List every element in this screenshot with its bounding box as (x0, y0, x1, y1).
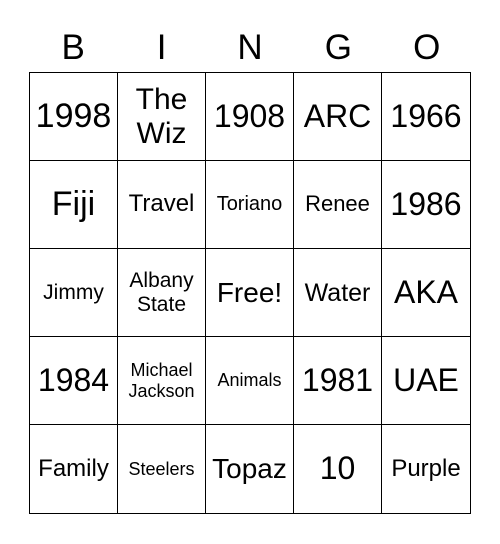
cell-text: 1981 (301, 361, 374, 398)
cell-text: 1908 (213, 97, 286, 134)
bingo-cell[interactable]: Water (294, 249, 382, 337)
bingo-cell[interactable]: Renee (294, 161, 382, 249)
bingo-cell[interactable]: ARC (294, 73, 382, 161)
cell-text: Albany State (129, 268, 194, 316)
cell-text: 1986 (390, 185, 462, 222)
cell-text: Michael Jackson (128, 360, 195, 401)
cell-text: The Wiz (135, 82, 188, 150)
cell-text: Water (304, 278, 371, 307)
cell-text: Free! (216, 276, 283, 308)
bingo-cell[interactable]: 1986 (382, 161, 470, 249)
cell-text: 1998 (35, 97, 112, 136)
bingo-cell[interactable]: 1966 (382, 73, 470, 161)
header-letter-g: G (324, 28, 352, 67)
cell-text: Toriano (216, 193, 283, 216)
cell-text: Purple (391, 454, 461, 482)
bingo-cell[interactable]: Purple (382, 425, 470, 513)
cell-text: 1966 (390, 97, 462, 134)
bingo-cell[interactable]: 1908 (206, 73, 294, 161)
bingo-cell[interactable]: Animals (206, 337, 294, 425)
cell-text: Renee (305, 191, 370, 217)
bingo-cell[interactable]: Travel (118, 161, 206, 249)
cell-text: Topaz (212, 453, 287, 485)
cell-text: Fiji (51, 185, 96, 224)
cell-text: UAE (393, 361, 459, 398)
bingo-cell[interactable]: Fiji (30, 161, 118, 249)
free-space-cell[interactable]: Free! (206, 249, 294, 337)
bingo-cell[interactable]: UAE (382, 337, 470, 425)
cell-text: AKA (393, 273, 459, 310)
cell-text: Travel (128, 190, 195, 218)
bingo-cell[interactable]: Toriano (206, 161, 294, 249)
cell-text: ARC (303, 97, 372, 134)
cell-text: 1984 (37, 361, 110, 398)
header-letter-i: I (156, 28, 167, 67)
bingo-cell[interactable]: Topaz (206, 425, 294, 513)
bingo-cell[interactable]: AKA (382, 249, 470, 337)
bingo-grid: 1998 The Wiz 1908 ARC 1966 Fiji Travel Toriano R… (29, 72, 471, 514)
bingo-cell[interactable]: The Wiz (118, 73, 206, 161)
bingo-cell[interactable]: Jimmy (30, 249, 118, 337)
bingo-header: B I N G O (29, 24, 471, 72)
header-letter-o: O (413, 28, 441, 67)
bingo-cell[interactable]: Albany State (118, 249, 206, 337)
bingo-cell[interactable]: Family (30, 425, 118, 513)
bingo-cell[interactable]: 1984 (30, 337, 118, 425)
cell-text: 10 (319, 450, 356, 487)
bingo-cell[interactable]: Steelers (118, 425, 206, 513)
header-letter-b: B (61, 28, 85, 67)
cell-text: Animals (217, 370, 282, 391)
bingo-cell[interactable]: 1998 (30, 73, 118, 161)
bingo-cell[interactable]: 1981 (294, 337, 382, 425)
cell-text: Jimmy (43, 280, 104, 304)
cell-text: Family (38, 454, 109, 482)
bingo-cell[interactable]: 10 (294, 425, 382, 513)
header-letter-n: N (237, 28, 263, 67)
bingo-cell[interactable]: Michael Jackson (118, 337, 206, 425)
cell-text: Steelers (128, 458, 195, 479)
